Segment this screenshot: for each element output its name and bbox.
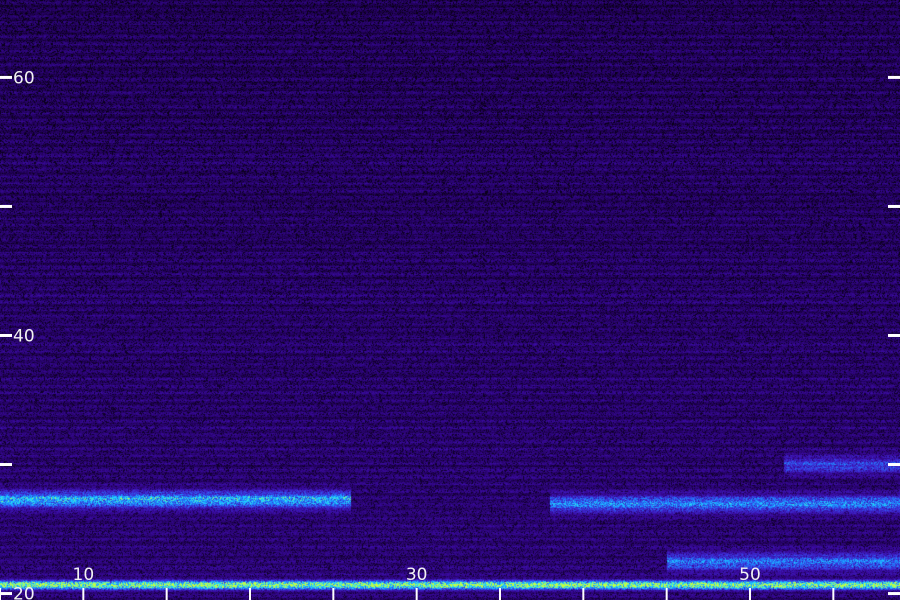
x-axis-tick-label: 30 — [406, 565, 428, 585]
x-axis-tick-label: 50 — [739, 565, 761, 585]
axis-overlay: 10 30 50 60 40 20 — [0, 68, 900, 600]
y-axis-tick-labels: 60 40 20 — [13, 68, 35, 600]
y-axis-ticks-left — [0, 75, 12, 596]
x-axis-tick-label: 10 — [73, 565, 95, 585]
y-axis-tick-label: 60 — [13, 68, 35, 88]
x-axis-ticks — [0, 588, 835, 600]
y-axis-tick-label: 20 — [13, 585, 35, 600]
x-axis-tick-labels: 10 30 50 — [73, 565, 761, 585]
y-axis-tick-label: 40 — [13, 326, 35, 346]
y-axis-ticks-right — [888, 75, 900, 596]
